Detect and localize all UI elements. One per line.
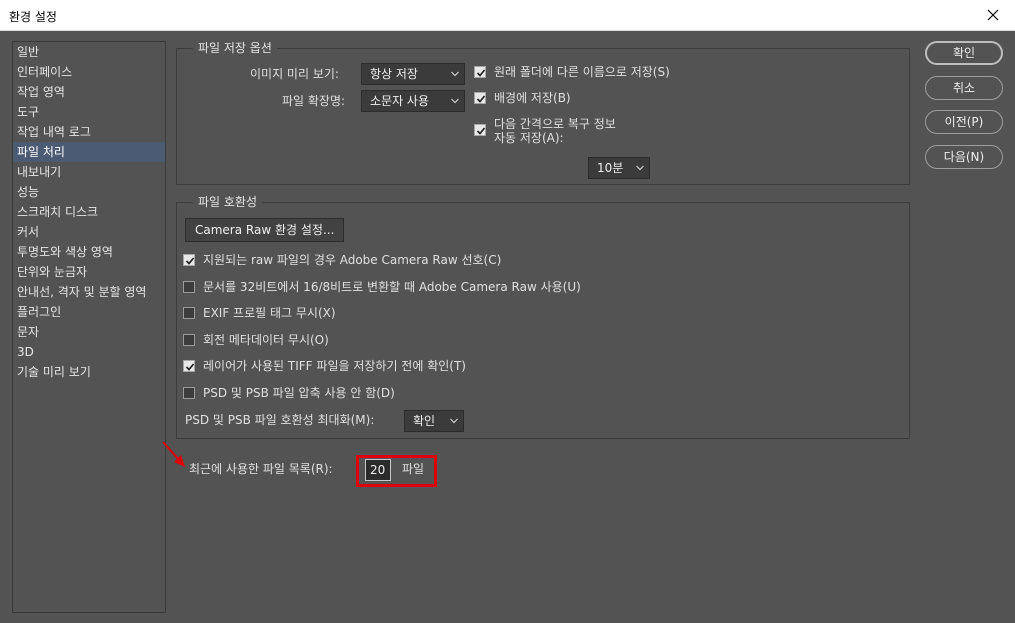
- checkmark-icon: [476, 127, 486, 135]
- file-extension-value: 소문자 사용: [370, 94, 430, 108]
- maximize-compatibility-select[interactable]: 확인: [404, 410, 464, 432]
- red-arrow-annotation: [162, 441, 185, 467]
- sidebar-item-file-handling[interactable]: 파일 처리: [13, 142, 165, 162]
- checkmark-icon: [476, 69, 486, 77]
- file-compatibility-legend: 파일 호환성: [193, 195, 263, 209]
- sidebar-item-export[interactable]: 내보내기: [13, 162, 165, 182]
- window-title: 환경 설정: [9, 10, 57, 24]
- cancel-button[interactable]: 취소: [925, 76, 1003, 100]
- recent-files-label: 최근에 사용한 파일 목록(R):: [189, 462, 333, 476]
- sidebar-item-general[interactable]: 일반: [13, 42, 165, 62]
- image-preview-value: 항상 저장: [370, 67, 418, 81]
- checkmark-icon: [476, 95, 486, 103]
- ok-button[interactable]: 확인: [925, 41, 1003, 65]
- dialog-body: 일반 인터페이스 작업 영역 도구 작업 내역 로그 파일 처리 내보내기 성능…: [0, 31, 1015, 623]
- ask-layered-tiff-label: 레이어가 사용된 TIFF 파일을 저장하기 전에 확인(T): [203, 359, 466, 373]
- sidebar-item-workspace[interactable]: 작업 영역: [13, 82, 165, 102]
- maximize-compatibility-value: 확인: [413, 414, 436, 428]
- sidebar-item-guides-grid-slices[interactable]: 안내선, 격자 및 분할 영역: [13, 282, 165, 302]
- category-list[interactable]: 일반 인터페이스 작업 영역 도구 작업 내역 로그 파일 처리 내보내기 성능…: [12, 41, 166, 613]
- ignore-rotation-metadata-checkbox[interactable]: [183, 334, 195, 346]
- image-preview-label: 이미지 미리 보기:: [250, 67, 339, 81]
- disable-psd-compression-checkbox[interactable]: [183, 387, 195, 399]
- sidebar-item-interface[interactable]: 인터페이스: [13, 62, 165, 82]
- next-button[interactable]: 다음(N): [925, 145, 1003, 169]
- chevron-down-icon: [636, 165, 644, 171]
- sidebar-item-history-log[interactable]: 작업 내역 로그: [13, 122, 165, 142]
- camera-raw-32bit-label: 문서를 32비트에서 16/8비트로 변환할 때 Adobe Camera Ra…: [203, 280, 581, 294]
- image-preview-select[interactable]: 항상 저장: [361, 63, 465, 85]
- recent-files-input[interactable]: 20: [365, 459, 391, 481]
- prefer-camera-raw-checkbox[interactable]: [183, 254, 195, 266]
- sidebar-item-cursors[interactable]: 커서: [13, 222, 165, 242]
- save-as-original-folder-label: 원래 폴더에 다른 이름으로 저장(S): [494, 65, 670, 79]
- file-extension-label: 파일 확장명:: [282, 94, 346, 108]
- auto-save-interval-select[interactable]: 10분: [588, 157, 650, 179]
- recent-files-unit: 파일: [402, 462, 425, 476]
- sidebar-item-performance[interactable]: 성능: [13, 182, 165, 202]
- save-as-original-folder-checkbox[interactable]: [474, 66, 486, 78]
- title-bar: 환경 설정: [0, 0, 1015, 31]
- sidebar-item-technology-previews[interactable]: 기술 미리 보기: [13, 362, 165, 382]
- close-button[interactable]: [971, 0, 1015, 31]
- sidebar-item-type[interactable]: 문자: [13, 322, 165, 342]
- chevron-down-icon: [451, 98, 459, 104]
- sidebar-item-3d[interactable]: 3D: [13, 342, 165, 362]
- prefer-camera-raw-label: 지원되는 raw 파일의 경우 Adobe Camera Raw 선호(C): [203, 253, 502, 267]
- disable-psd-compression-label: PSD 및 PSB 파일 압축 사용 안 함(D): [203, 386, 395, 400]
- ignore-exif-profile-checkbox[interactable]: [183, 307, 195, 319]
- file-save-options-legend: 파일 저장 옵션: [193, 41, 277, 55]
- auto-save-label-line2: 자동 저장(A):: [494, 131, 564, 145]
- sidebar-item-tools[interactable]: 도구: [13, 102, 165, 122]
- ignore-exif-profile-label: EXIF 프로필 태그 무시(X): [203, 306, 336, 320]
- camera-raw-preferences-button[interactable]: Camera Raw 환경 설정...: [185, 218, 345, 242]
- sidebar-item-scratch-disks[interactable]: 스크래치 디스크: [13, 202, 165, 222]
- sidebar-item-units-rulers[interactable]: 단위와 눈금자: [13, 262, 165, 282]
- chevron-down-icon: [450, 418, 458, 424]
- sidebar-item-transparency-gamut[interactable]: 투명도와 색상 영역: [13, 242, 165, 262]
- ask-layered-tiff-checkbox[interactable]: [183, 360, 195, 372]
- sidebar-item-plugins[interactable]: 플러그인: [13, 302, 165, 322]
- auto-save-interval-value: 10분: [597, 161, 624, 175]
- maximize-compatibility-label: PSD 및 PSB 파일 호환성 최대화(M):: [185, 413, 375, 427]
- ignore-rotation-metadata-label: 회전 메타데이터 무시(O): [203, 333, 329, 347]
- file-extension-select[interactable]: 소문자 사용: [361, 90, 465, 112]
- close-icon: [987, 9, 999, 21]
- prev-button[interactable]: 이전(P): [925, 110, 1003, 134]
- checkmark-icon: [185, 257, 195, 265]
- camera-raw-32bit-checkbox[interactable]: [183, 281, 195, 293]
- save-in-background-label: 배경에 저장(B): [494, 91, 571, 105]
- auto-save-checkbox[interactable]: [474, 124, 486, 136]
- chevron-down-icon: [451, 71, 459, 77]
- save-in-background-checkbox[interactable]: [474, 92, 486, 104]
- checkmark-icon: [185, 363, 195, 371]
